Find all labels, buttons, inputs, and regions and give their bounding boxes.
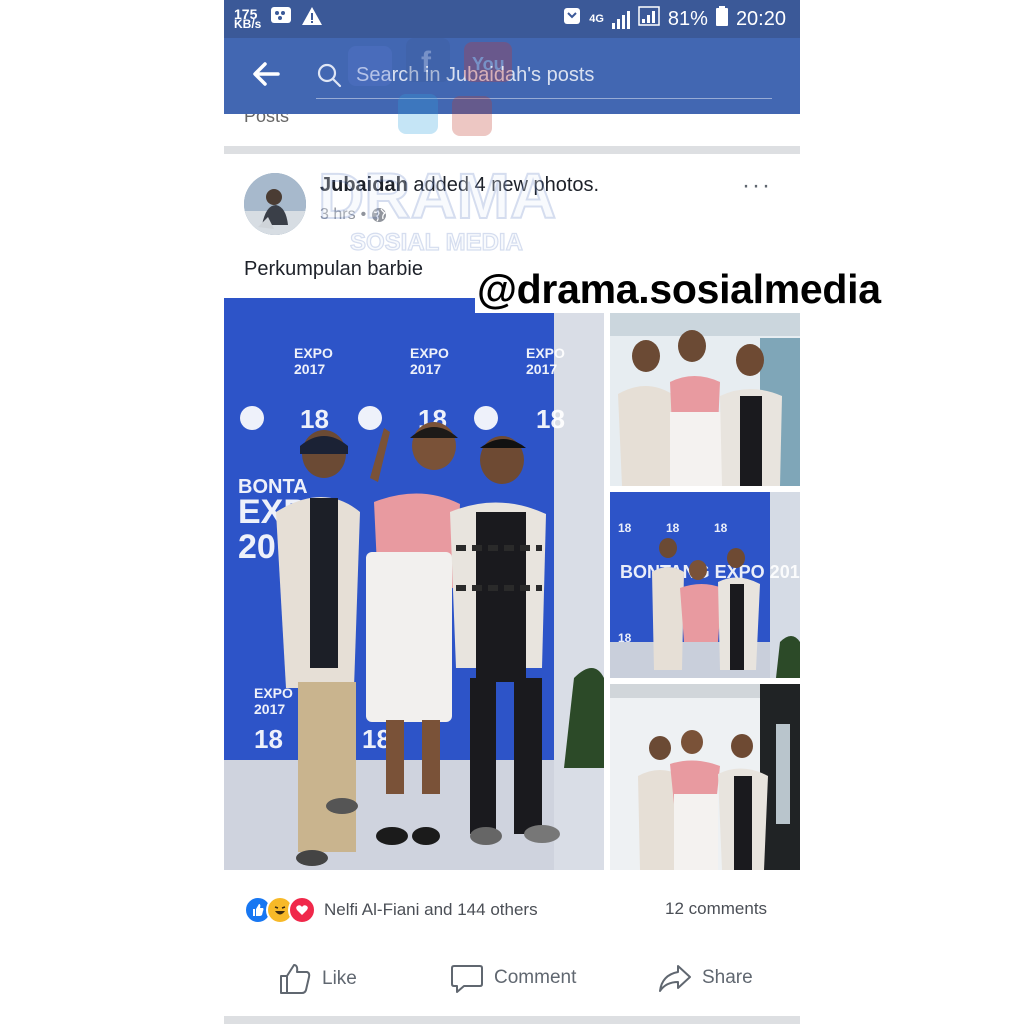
svg-text:18: 18: [714, 521, 728, 535]
signal-icon: [611, 9, 630, 29]
battery-icon: [715, 6, 728, 32]
more-options-button[interactable]: ···: [742, 172, 772, 200]
like-button[interactable]: Like: [278, 962, 357, 996]
network-type: 4G: [589, 13, 604, 25]
svg-text:2017: 2017: [294, 361, 325, 377]
svg-text:EXPO: EXPO: [526, 345, 565, 361]
svg-text:18: 18: [254, 724, 283, 754]
comments-count[interactable]: 12 comments: [665, 899, 767, 919]
love-reaction-icon: [288, 896, 316, 924]
share-icon: [659, 965, 691, 992]
post-photo-thumb-3[interactable]: [610, 684, 800, 870]
thumb-expo-text: BONTANG EXPO 2017: [620, 562, 800, 582]
bbm-icon: [271, 7, 292, 31]
battery-percent: 81%: [667, 7, 708, 30]
svg-text:You: You: [472, 54, 505, 74]
svg-text:2017: 2017: [410, 361, 441, 377]
svg-text:2017: 2017: [254, 701, 285, 717]
clock: 20:20: [735, 7, 786, 30]
thumbs-up-icon: [280, 964, 311, 994]
share-button[interactable]: Share: [658, 962, 753, 994]
svg-text:18: 18: [666, 521, 680, 535]
svg-text:2017: 2017: [526, 361, 557, 377]
signal-box-icon: [638, 6, 660, 32]
svg-text:SOSIAL MEDIA: SOSIAL MEDIA: [350, 229, 523, 256]
post-photo-thumb-2[interactable]: 18 18 18 BONTANG EXPO 2017 18: [610, 492, 800, 678]
network-speed: 175 KB/s: [234, 6, 262, 31]
svg-text:18: 18: [618, 521, 632, 535]
svg-text:20: 20: [238, 528, 276, 566]
warning-icon: [301, 6, 323, 32]
svg-text:EXPO: EXPO: [294, 345, 333, 361]
comment-button[interactable]: Comment: [450, 962, 576, 994]
post-photo-thumb-1[interactable]: [610, 308, 800, 486]
divider: [224, 1016, 800, 1024]
expo-badge-text: 18: [300, 404, 329, 434]
status-bar: 175 KB/s 4G 81% 20:20: [224, 0, 800, 38]
reactions-summary[interactable]: Nelfi Al-Fiani and 144 others: [244, 896, 538, 924]
drama-watermark-logo: f You DRAMA SOSIAL MEDIA: [278, 38, 650, 268]
watermark-handle: @drama.sosialmedia: [475, 266, 883, 313]
post-actions: Like Comment Share: [224, 950, 800, 1010]
reaction-names: Nelfi Al-Fiani and 144 others: [324, 900, 538, 919]
notification-icon: [563, 7, 581, 31]
comment-icon: [451, 965, 483, 993]
svg-text:18: 18: [536, 404, 565, 434]
svg-text:EXPO: EXPO: [410, 345, 449, 361]
svg-text:f: f: [421, 46, 432, 79]
svg-text:DRAMA: DRAMA: [318, 160, 556, 232]
post-photo-main[interactable]: EXPO 2017 EXPO 2017 EXPO 2017 18 18 18 BONT…: [224, 298, 604, 870]
